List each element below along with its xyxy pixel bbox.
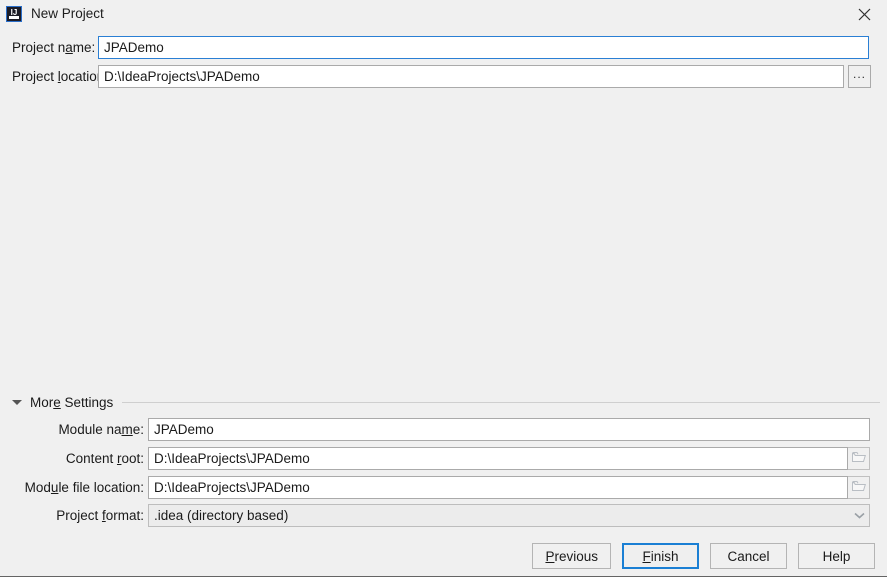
more-settings-divider <box>122 401 880 403</box>
project-name-row: Project name: <box>0 36 869 59</box>
more-settings-toggle[interactable]: More Settings <box>12 393 880 411</box>
project-location-label: Project location: <box>12 69 109 84</box>
close-icon <box>858 8 871 21</box>
content-root-input[interactable] <box>148 447 848 470</box>
project-location-browse-button[interactable]: ... <box>848 65 871 88</box>
folder-icon <box>851 480 866 495</box>
project-location-input[interactable] <box>98 65 844 88</box>
help-button[interactable]: Help <box>798 543 875 569</box>
folder-icon <box>851 451 866 466</box>
content-root-row: Content root: <box>0 447 870 470</box>
window-title: New Project <box>31 6 104 21</box>
content-root-label: Content root: <box>65 451 144 466</box>
intellij-idea-icon: IJ <box>6 6 22 22</box>
close-button[interactable] <box>841 0 887 28</box>
project-format-row: Project format: .idea (directory based) <box>0 504 870 527</box>
module-file-location-label: Module file location: <box>24 480 144 495</box>
new-project-dialog: IJ New Project Project name: Project loc… <box>0 0 887 577</box>
project-format-select[interactable]: .idea (directory based) <box>148 504 870 527</box>
module-name-row: Module name: <box>0 418 870 441</box>
module-file-location-browse-button[interactable] <box>848 476 870 499</box>
module-name-label: Module name: <box>58 422 144 437</box>
app-icon-underline <box>9 16 19 19</box>
project-name-label: Project name: <box>12 40 96 55</box>
project-format-label: Project format: <box>56 508 144 523</box>
previous-button[interactable]: Previous <box>532 543 611 569</box>
cancel-button[interactable]: Cancel <box>710 543 787 569</box>
module-file-location-input[interactable] <box>148 476 848 499</box>
ellipsis-icon: ... <box>852 66 866 81</box>
title-bar: IJ New Project <box>0 0 887 28</box>
project-name-input[interactable] <box>98 36 869 59</box>
finish-button[interactable]: Finish <box>622 543 699 569</box>
content-root-browse-button[interactable] <box>848 447 870 470</box>
project-format-value: .idea (directory based) <box>154 508 289 523</box>
triangle-down-icon <box>12 399 22 405</box>
chevron-down-icon <box>849 512 869 519</box>
project-location-row: Project location: ... <box>0 65 871 88</box>
more-settings-label: More Settings <box>30 394 114 410</box>
module-file-location-row: Module file location: <box>0 476 870 499</box>
module-name-input[interactable] <box>148 418 870 441</box>
dialog-button-bar: Previous Finish Cancel Help <box>0 543 887 569</box>
